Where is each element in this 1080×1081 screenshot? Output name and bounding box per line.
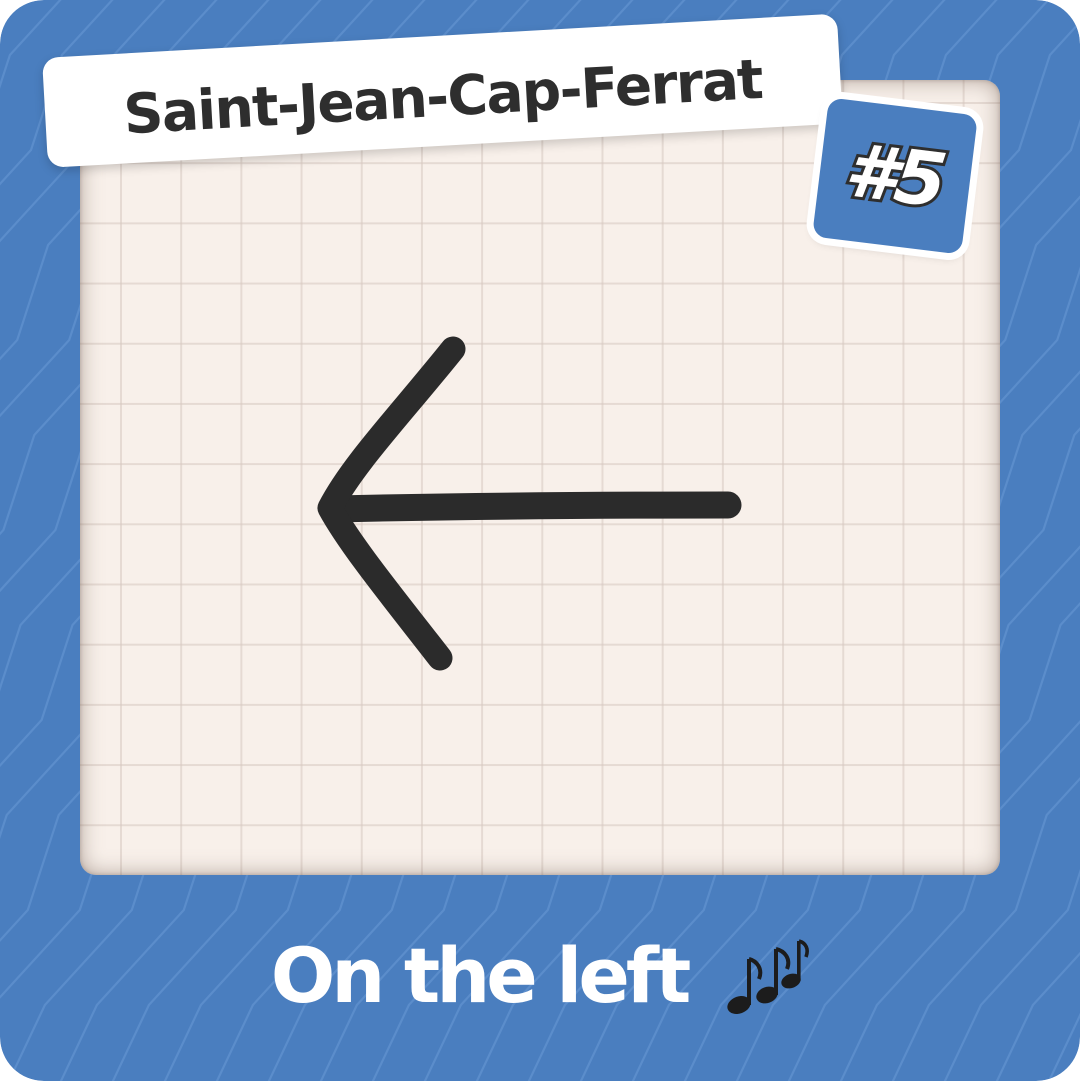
number-badge: #5 (812, 97, 978, 255)
location-name: Saint-Jean-Cap-Ferrat (121, 46, 764, 147)
badge-number: #5 (838, 124, 953, 227)
caption-text: On the left (270, 930, 692, 1020)
caption: On the left (0, 920, 1080, 1030)
music-notes-icon (727, 939, 810, 1014)
direction-card: Saint-Jean-Cap-Ferrat #5 On the left (0, 0, 1080, 1081)
